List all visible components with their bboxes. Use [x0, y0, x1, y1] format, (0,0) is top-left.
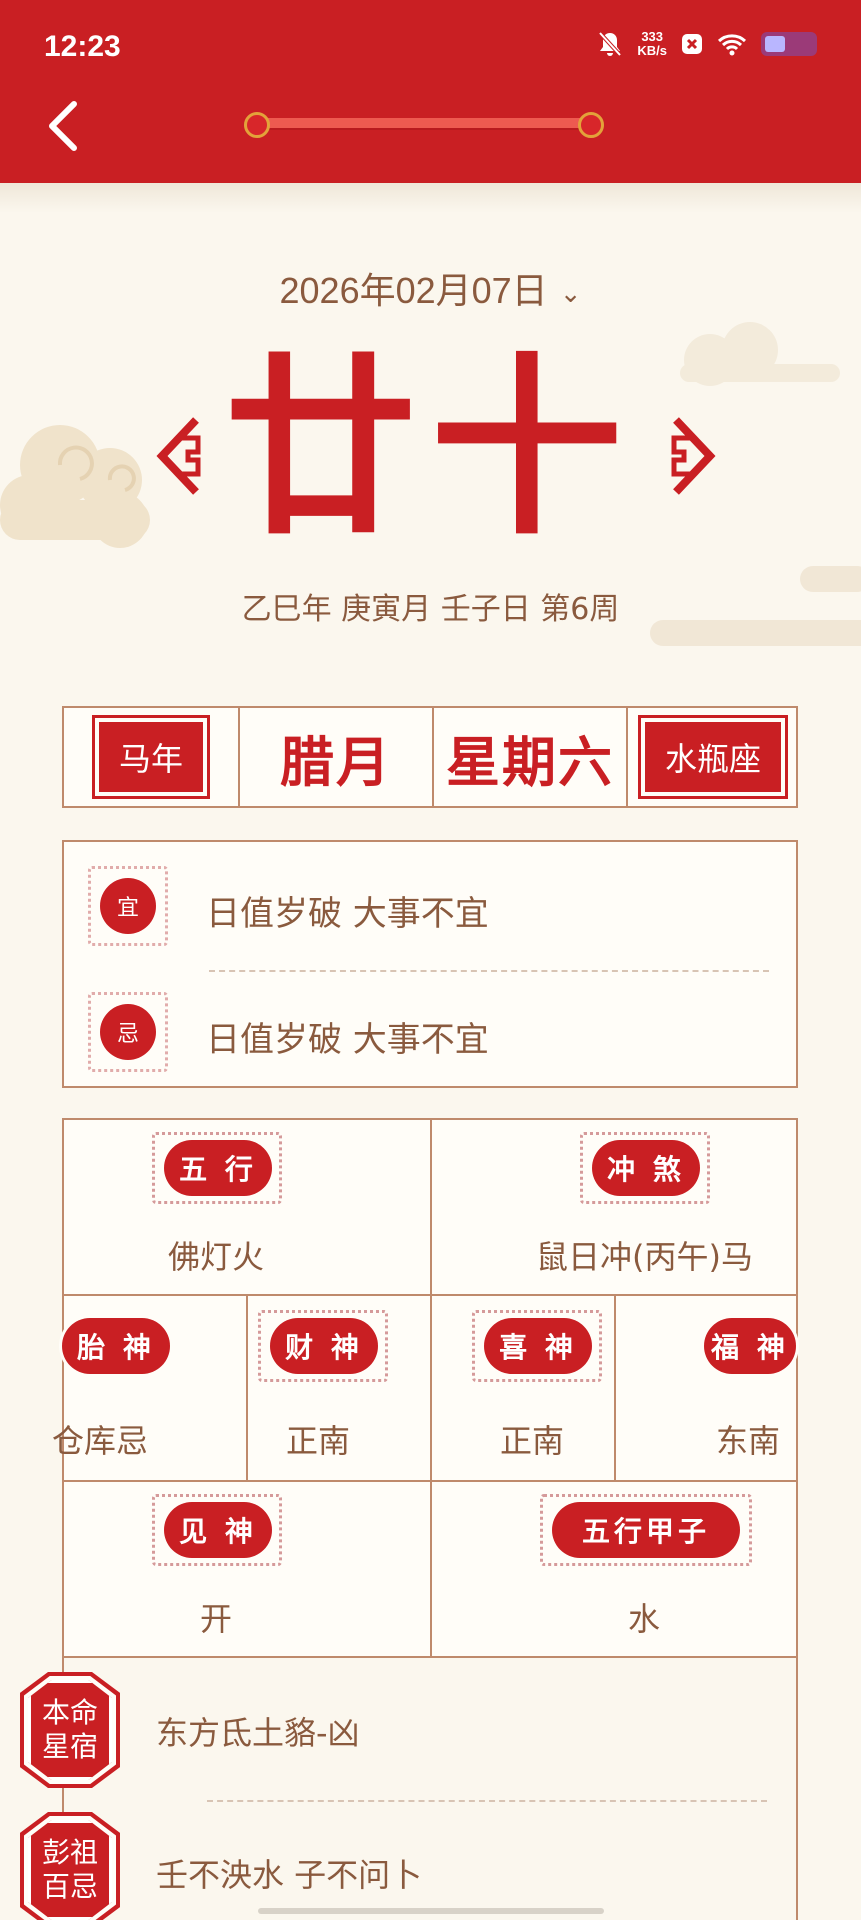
divider — [209, 970, 769, 972]
battery-icon — [761, 32, 817, 56]
weekday-cell: 星期六 — [434, 708, 628, 806]
fushen-label: 福 神 — [704, 1318, 796, 1374]
wuxing-jiazi-value: 水 — [628, 1600, 661, 1638]
chongsha-value: 鼠日冲(丙午)马 — [536, 1238, 753, 1276]
status-time: 12:23 — [44, 30, 121, 63]
wuxing-jiazi-cell: 五行甲子 水 — [432, 1482, 796, 1658]
yi-ji-panel: 宜 日值岁破 大事不宜 忌 日值岁破 大事不宜 — [62, 840, 798, 1088]
divider — [207, 1800, 767, 1802]
scroll-knob-right — [578, 112, 604, 138]
yi-label: 宜 — [100, 878, 156, 934]
jianshen-cell: 见 神 开 — [64, 1482, 432, 1658]
fushen-value: 东南 — [716, 1422, 781, 1460]
grid-row-2: 胎 神 仓库忌 财 神 正南 喜 神 正南 福 神 东南 — [52, 1296, 796, 1482]
benming-value: 东方氐土貉-凶 — [156, 1714, 360, 1752]
lunar-day: 廿十 — [224, 338, 637, 561]
benming-badge: 本命 星宿 — [28, 1680, 112, 1780]
chevron-left-icon[interactable] — [44, 96, 84, 156]
benming-label-1: 本命 — [41, 1696, 98, 1729]
paper-edge — [0, 183, 861, 213]
jianshen-label: 见 神 — [164, 1502, 272, 1558]
constellation: 水瓶座 — [644, 722, 781, 792]
ji-text: 日值岁破 大事不宜 — [206, 1020, 489, 1060]
jianshen-value: 开 — [200, 1600, 233, 1638]
pengzu-badge: 彭祖 百忌 — [28, 1820, 112, 1920]
ji-label: 忌 — [100, 1004, 156, 1060]
yi-text: 日值岁破 大事不宜 — [206, 894, 489, 934]
scroll-ornament — [244, 112, 604, 138]
right-ornament-icon — [671, 417, 716, 495]
zodiac-year-cell: 马年 — [64, 708, 240, 806]
pengzu-label-1: 彭祖 — [41, 1836, 98, 1869]
ganzhi-line: 乙巳年 庚寅月 壬子日 第6周 — [241, 592, 620, 627]
net-speed-value: 333 — [641, 29, 664, 44]
wuxing-cell: 五 行 佛灯火 — [64, 1120, 432, 1294]
chongsha-cell: 冲 煞 鼠日冲(丙午)马 — [432, 1120, 796, 1294]
app-header: 12:23 333 KB/s — [0, 0, 861, 183]
close-box-icon — [682, 34, 702, 54]
taishen-value: 仓库忌 — [52, 1422, 149, 1460]
xishen-value: 正南 — [500, 1422, 565, 1460]
wuxing-value: 佛灯火 — [168, 1238, 265, 1276]
home-indicator[interactable] — [258, 1908, 604, 1914]
scroll-knob-left — [244, 112, 270, 138]
zodiac-year: 马年 — [98, 722, 203, 792]
mute-icon — [598, 31, 622, 57]
wuxing-jiazi-label: 五行甲子 — [552, 1502, 740, 1558]
xishen-label: 喜 神 — [484, 1318, 592, 1374]
date-selector[interactable]: 2026年02月07日 ⌄ — [0, 262, 861, 314]
date-text[interactable]: 2026年02月07日 — [280, 270, 548, 311]
ji-badge: 忌 — [88, 992, 168, 1072]
xishen-cell: 喜 神 正南 — [432, 1296, 616, 1480]
almanac-grid: 五 行 佛灯火 冲 煞 鼠日冲(丙午)马 胎 神 仓库忌 财 神 正南 喜 神 … — [52, 1118, 798, 1658]
status-icons: 333 KB/s — [597, 30, 817, 58]
scroll-bar — [258, 118, 588, 130]
caishen-label: 财 神 — [270, 1318, 378, 1374]
taishen-cell: 胎 神 仓库忌 — [52, 1296, 248, 1480]
pengzu-value: 壬不泱水 子不问卜 — [156, 1856, 423, 1894]
grid-row-1: 五 行 佛灯火 冲 煞 鼠日冲(丙午)马 — [64, 1120, 796, 1296]
info-band: 马年 腊月 星期六 水瓶座 — [62, 706, 798, 808]
taishen-label: 胎 神 — [62, 1318, 170, 1374]
wuxing-label: 五 行 — [164, 1140, 272, 1196]
yi-badge: 宜 — [88, 866, 168, 946]
wifi-icon — [717, 34, 747, 56]
chongsha-label: 冲 煞 — [592, 1140, 700, 1196]
chevron-down-icon[interactable]: ⌄ — [560, 278, 582, 309]
caishen-cell: 财 神 正南 — [248, 1296, 432, 1480]
benming-label-2: 星宿 — [41, 1730, 98, 1763]
pengzu-label-2: 百忌 — [41, 1870, 98, 1903]
lunar-month-cell: 腊月 — [240, 708, 434, 806]
net-speed: 333 KB/s — [637, 30, 667, 58]
caishen-value: 正南 — [286, 1422, 351, 1460]
weekday: 星期六 — [446, 730, 614, 794]
left-ornament-icon — [156, 417, 201, 495]
net-speed-unit: KB/s — [637, 43, 667, 58]
grid-row-3: 见 神 开 五行甲子 水 — [64, 1482, 796, 1658]
lunar-month: 腊月 — [280, 730, 392, 794]
fushen-cell: 福 神 东南 — [616, 1296, 796, 1480]
constellation-cell: 水瓶座 — [628, 708, 798, 806]
